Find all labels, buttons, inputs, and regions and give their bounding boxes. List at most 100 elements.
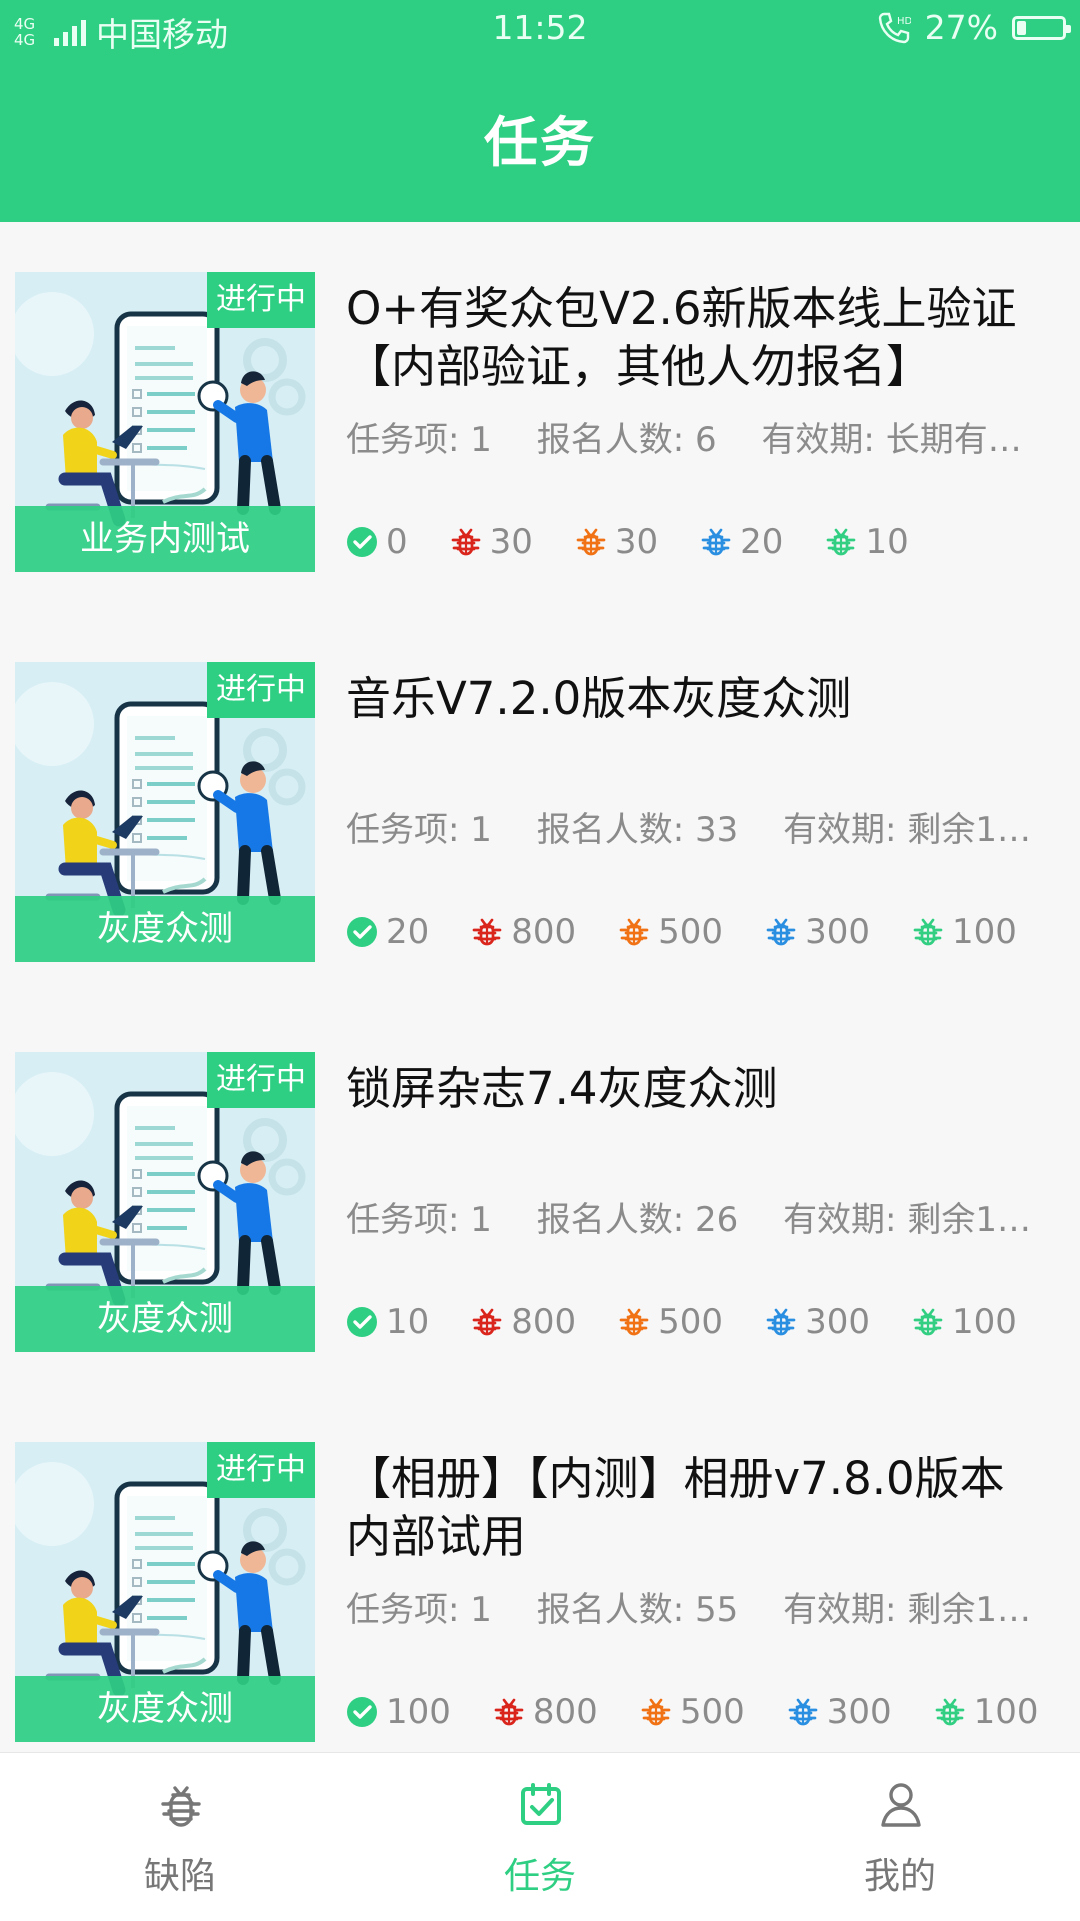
task-type-label: 灰度众测 bbox=[15, 1676, 315, 1742]
minor-bug-icon bbox=[827, 528, 856, 556]
major-bug-icon bbox=[576, 528, 606, 556]
passed-check-icon bbox=[347, 1697, 377, 1727]
nav-label-profile: 我的 bbox=[863, 1856, 936, 1897]
bug-reward-value: 10 bbox=[865, 522, 909, 562]
task-thumbnail[interactable]: 进行中 灰度众测 bbox=[15, 662, 315, 962]
task-items-count: 任务项: 1 bbox=[346, 1590, 492, 1630]
normal-bug-icon bbox=[701, 528, 731, 556]
task-thumbnail[interactable]: 进行中 灰度众测 bbox=[15, 1442, 315, 1742]
major-bug-icon bbox=[641, 1698, 671, 1726]
task-meta: 任务项: 1 报名人数: 6 有效期: 长期有效 bbox=[346, 412, 1036, 461]
bug-reward-count: 100 bbox=[934, 1692, 1039, 1732]
passed-count: 20 bbox=[346, 912, 429, 952]
task-items-count: 任务项: 1 bbox=[346, 1200, 492, 1240]
bug-reward-value: 30 bbox=[489, 522, 533, 562]
task-title[interactable]: 锁屏杂志7.4灰度众测 bbox=[346, 1060, 1046, 1118]
bug-reward-value: 100 bbox=[951, 912, 1017, 952]
task-type-label: 灰度众测 bbox=[15, 896, 315, 962]
bug-reward-value: 800 bbox=[532, 1692, 598, 1732]
bug-reward-count: 10 bbox=[825, 522, 909, 562]
task-title[interactable]: 【相册】【内测】相册v7.8.0版本内部试用 bbox=[346, 1450, 1046, 1566]
task-thumbnail[interactable]: 进行中 灰度众测 bbox=[15, 1052, 315, 1352]
battery-percent: 27% bbox=[924, 8, 998, 47]
passed-count-value: 10 bbox=[386, 1302, 430, 1342]
task-validity: 有效期: 剩余1... bbox=[783, 1590, 1030, 1630]
task-applicant-count: 报名人数: 6 bbox=[536, 420, 717, 460]
critical-bug-icon bbox=[472, 1308, 502, 1336]
task-card[interactable]: 进行中 业务内测试 O+有奖众包V2.6新版本线上验证【内部验证，其他人勿报名】… bbox=[0, 222, 1080, 612]
bug-reward-value: 500 bbox=[679, 1692, 745, 1732]
task-status-badge: 进行中 bbox=[207, 272, 315, 328]
task-type-label: 灰度众测 bbox=[15, 1286, 315, 1352]
bug-reward-value: 100 bbox=[973, 1692, 1039, 1732]
task-card[interactable]: 进行中 灰度众测 【相册】【内测】相册v7.8.0版本内部试用 任务项: 1 报… bbox=[0, 1392, 1080, 1782]
task-meta: 任务项: 1 报名人数: 33 有效期: 剩余1... bbox=[346, 802, 1036, 851]
bug-reward-value: 300 bbox=[805, 1302, 870, 1342]
hd-call-icon: HD bbox=[878, 12, 911, 43]
task-validity: 有效期: 剩余1... bbox=[783, 810, 1030, 850]
bug-reward-count: 100 bbox=[912, 1302, 1017, 1342]
task-validity: 有效期: 剩余1天 bbox=[783, 1200, 1031, 1240]
bug-reward-count: 100 bbox=[912, 912, 1017, 952]
normal-bug-icon bbox=[766, 1308, 796, 1336]
major-bug-icon bbox=[619, 918, 649, 946]
major-bug-icon bbox=[619, 1308, 649, 1336]
nav-item-defects[interactable]: 缺陷 bbox=[0, 1753, 360, 1921]
bug-reward-count: 500 bbox=[618, 912, 723, 952]
task-meta: 任务项: 1 报名人数: 55 有效期: 剩余1... bbox=[346, 1582, 1036, 1631]
bug-reward-value: 300 bbox=[805, 912, 870, 952]
bug-reward-value: 20 bbox=[740, 522, 784, 562]
bug-reward-count: 300 bbox=[765, 1302, 870, 1342]
bottom-navigation: 缺陷 任务 我的 bbox=[0, 1752, 1080, 1921]
passed-check-icon bbox=[347, 1307, 377, 1337]
bug-reward-value: 800 bbox=[511, 912, 577, 952]
bug-reward-value: 100 bbox=[951, 1302, 1017, 1342]
task-items-count: 任务项: 1 bbox=[346, 810, 492, 850]
bug-reward-count: 300 bbox=[787, 1692, 892, 1732]
task-stats: 20 800 500 300 100 bbox=[346, 912, 1017, 952]
bug-reward-count: 30 bbox=[575, 522, 658, 562]
bug-reward-count: 20 bbox=[700, 522, 783, 562]
passed-check-icon bbox=[347, 527, 377, 557]
critical-bug-icon bbox=[451, 528, 480, 556]
bug-reward-count: 300 bbox=[765, 912, 870, 952]
bug-reward-value: 800 bbox=[511, 1302, 577, 1342]
critical-bug-icon bbox=[494, 1698, 524, 1726]
task-stats: 100 800 500 300 100 bbox=[346, 1692, 1039, 1732]
task-status-badge: 进行中 bbox=[207, 662, 315, 718]
task-status-badge: 进行中 bbox=[207, 1052, 315, 1108]
passed-count-value: 0 bbox=[386, 522, 408, 562]
bug-reward-count: 500 bbox=[618, 1302, 723, 1342]
nav-label-tasks: 任务 bbox=[503, 1856, 576, 1897]
page-title: 任务 bbox=[484, 111, 596, 174]
bug-reward-count: 800 bbox=[471, 1302, 576, 1342]
task-thumbnail[interactable]: 进行中 业务内测试 bbox=[15, 272, 315, 572]
svg-text:HD: HD bbox=[897, 16, 911, 27]
task-icon bbox=[521, 1783, 561, 1825]
minor-bug-icon bbox=[913, 1308, 943, 1336]
task-title[interactable]: O+有奖众包V2.6新版本线上验证【内部验证，其他人勿报名】 bbox=[346, 280, 1046, 396]
task-card[interactable]: 进行中 灰度众测 音乐V7.2.0版本灰度众测 任务项: 1 报名人数: 33 … bbox=[0, 612, 1080, 1002]
minor-bug-icon bbox=[913, 918, 943, 946]
nav-item-tasks[interactable]: 任务 bbox=[360, 1753, 720, 1921]
nav-label-defects: 缺陷 bbox=[143, 1856, 216, 1897]
bug-reward-value: 500 bbox=[658, 1302, 724, 1342]
critical-bug-icon bbox=[472, 918, 502, 946]
task-validity: 有效期: 长期有效 bbox=[761, 420, 1022, 460]
passed-count: 10 bbox=[346, 1302, 429, 1342]
bug-reward-value: 300 bbox=[826, 1692, 892, 1732]
passed-count: 0 bbox=[346, 522, 408, 562]
nav-item-profile[interactable]: 我的 bbox=[720, 1753, 1080, 1921]
battery-fill bbox=[1017, 20, 1026, 35]
task-card[interactable]: 进行中 灰度众测 锁屏杂志7.4灰度众测 任务项: 1 报名人数: 26 有效期… bbox=[0, 1002, 1080, 1392]
minor-bug-icon bbox=[935, 1698, 964, 1726]
passed-count: 100 bbox=[346, 1692, 451, 1732]
task-stats: 0 30 30 20 10 bbox=[346, 522, 909, 562]
passed-count-value: 100 bbox=[386, 1692, 451, 1732]
bug-icon bbox=[161, 1786, 201, 1827]
app-header: 4G 4G 中国移动 11:52 HD 27% 任务 bbox=[0, 0, 1080, 222]
task-type-label: 业务内测试 bbox=[15, 506, 315, 572]
user-icon bbox=[881, 1783, 921, 1827]
passed-check-icon bbox=[347, 917, 377, 947]
task-title[interactable]: 音乐V7.2.0版本灰度众测 bbox=[346, 670, 1046, 728]
